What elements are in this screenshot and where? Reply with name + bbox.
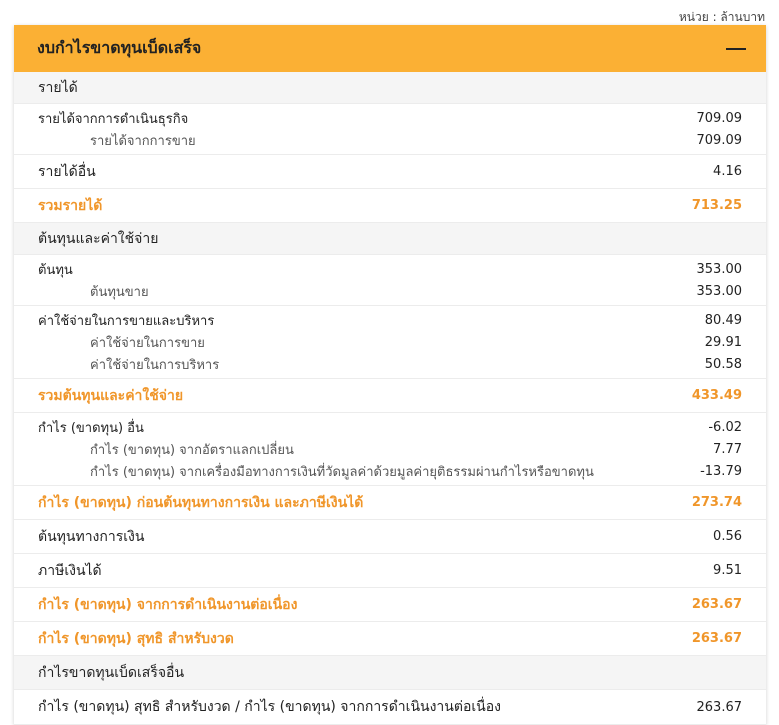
- row-value: 709.09: [696, 110, 743, 126]
- row-value: 0.56: [713, 529, 742, 544]
- table-row: กำไร (ขาดทุน) จากเครื่องมือทางการเงินที่…: [14, 460, 766, 482]
- table-row: ค่าใช้จ่ายในการขายและบริหาร 80.49: [14, 309, 766, 331]
- row-value: 433.49: [691, 388, 742, 403]
- row-label: รวมรายได้: [38, 197, 103, 214]
- total-row: รวมรายได้ 713.25: [14, 189, 766, 223]
- other-gl-group: กำไร (ขาดทุน) อื่น -6.02 กำไร (ขาดทุน) จ…: [14, 413, 766, 486]
- table-row: ค่าใช้จ่ายในการบริหาร 50.58: [14, 353, 766, 375]
- row-value: 263.67: [691, 597, 742, 612]
- row-value: 713.25: [691, 198, 742, 213]
- row-value: 80.49: [704, 312, 742, 328]
- row-label: รายได้อื่น: [38, 163, 96, 180]
- row-value: 353.00: [696, 283, 743, 299]
- table-row: ต้นทุนขาย 353.00: [14, 280, 766, 302]
- row-label: กำไร (ขาดทุน) จากอัตราแลกเปลี่ยน: [90, 442, 294, 458]
- table-row: รายได้จากการขาย 709.09: [14, 129, 766, 151]
- row-value: 9.51: [713, 563, 742, 578]
- row-label: ต้นทุนขาย: [90, 284, 149, 300]
- section-revenue: รายได้: [14, 72, 766, 104]
- row-label: กำไร (ขาดทุน) จากการดำเนินงานต่อเนื่อง: [38, 596, 298, 613]
- row-label: ภาษีเงินได้: [38, 562, 102, 579]
- row-label: ต้นทุน: [38, 262, 73, 278]
- table-row: กำไร (ขาดทุน) อื่น -6.02: [14, 416, 766, 438]
- row-label: ค่าใช้จ่ายในการขายและบริหาร: [38, 313, 215, 329]
- row-label: กำไร (ขาดทุน) สุทธิ สำหรับงวด / กำไร (ขา…: [38, 699, 501, 715]
- row-label: กำไร (ขาดทุน) สุทธิ สำหรับงวด: [38, 630, 234, 647]
- table-row: กำไร (ขาดทุน) จากอัตราแลกเปลี่ยน 7.77: [14, 438, 766, 460]
- sga-group: ค่าใช้จ่ายในการขายและบริหาร 80.49 ค่าใช้…: [14, 306, 766, 379]
- revenue-ops-group: รายได้จากการดำเนินธุรกิจ 709.09 รายได้จา…: [14, 104, 766, 155]
- section-cost: ต้นทุนและค่าใช้จ่าย: [14, 223, 766, 255]
- row-value: 4.16: [713, 164, 742, 179]
- row-label: กำไร (ขาดทุน) จากเครื่องมือทางการเงินที่…: [90, 464, 594, 480]
- row-value: 263.67: [691, 631, 742, 646]
- row-label: ค่าใช้จ่ายในการขาย: [90, 335, 205, 351]
- cost-group: ต้นทุน 353.00 ต้นทุนขาย 353.00: [14, 255, 766, 306]
- panel-header[interactable]: งบกำไรขาดทุนเบ็ดเสร็จ: [14, 25, 766, 72]
- row-value: 709.09: [696, 132, 743, 148]
- row-value: 353.00: [696, 261, 743, 277]
- row-label: รายได้จากการดำเนินธุรกิจ: [38, 111, 189, 127]
- row-value: 50.58: [704, 356, 742, 372]
- row-value: 273.74: [691, 495, 742, 510]
- row-label: กำไร (ขาดทุน) อื่น: [38, 420, 144, 436]
- total-row: กำไร (ขาดทุน) สุทธิ สำหรับงวด 263.67: [14, 622, 766, 656]
- row-value: 263.67: [696, 699, 743, 715]
- total-row: รวมต้นทุนและค่าใช้จ่าย 433.49: [14, 379, 766, 413]
- section-title: กำไรขาดทุนเบ็ดเสร็จอื่น: [38, 664, 185, 681]
- table-row: กำไร (ขาดทุน) สุทธิ สำหรับงวด / กำไร (ขา…: [14, 690, 766, 725]
- section-oci: กำไรขาดทุนเบ็ดเสร็จอื่น: [14, 656, 766, 690]
- section-title: รายได้: [38, 79, 78, 96]
- table-row: ภาษีเงินได้ 9.51: [14, 554, 766, 588]
- table-row: รายได้อื่น 4.16: [14, 155, 766, 189]
- row-value: 7.77: [713, 441, 742, 457]
- row-label: กำไร (ขาดทุน) ก่อนต้นทุนทางการเงิน และภา…: [38, 494, 364, 511]
- minus-icon[interactable]: [726, 39, 746, 59]
- row-value: -6.02: [708, 419, 742, 435]
- table-row: รายได้จากการดำเนินธุรกิจ 709.09: [14, 107, 766, 129]
- table-row: ต้นทุนทางการเงิน 0.56: [14, 520, 766, 554]
- section-title: ต้นทุนและค่าใช้จ่าย: [38, 230, 159, 247]
- row-label: รวมต้นทุนและค่าใช้จ่าย: [38, 387, 184, 404]
- table-row: ต้นทุน 353.00: [14, 258, 766, 280]
- panel-title: งบกำไรขาดทุนเบ็ดเสร็จ: [37, 38, 202, 57]
- row-label: รายได้จากการขาย: [90, 133, 196, 149]
- income-statement-panel: งบกำไรขาดทุนเบ็ดเสร็จ รายได้ รายได้จากกา…: [14, 25, 766, 725]
- row-value: 29.91: [704, 334, 742, 350]
- row-label: ค่าใช้จ่ายในการบริหาร: [90, 357, 220, 373]
- row-value: -13.79: [700, 463, 742, 479]
- table-row: ค่าใช้จ่ายในการขาย 29.91: [14, 331, 766, 353]
- total-row: กำไร (ขาดทุน) จากการดำเนินงานต่อเนื่อง 2…: [14, 588, 766, 622]
- row-label: ต้นทุนทางการเงิน: [38, 528, 145, 545]
- total-row: กำไร (ขาดทุน) ก่อนต้นทุนทางการเงิน และภา…: [14, 486, 766, 520]
